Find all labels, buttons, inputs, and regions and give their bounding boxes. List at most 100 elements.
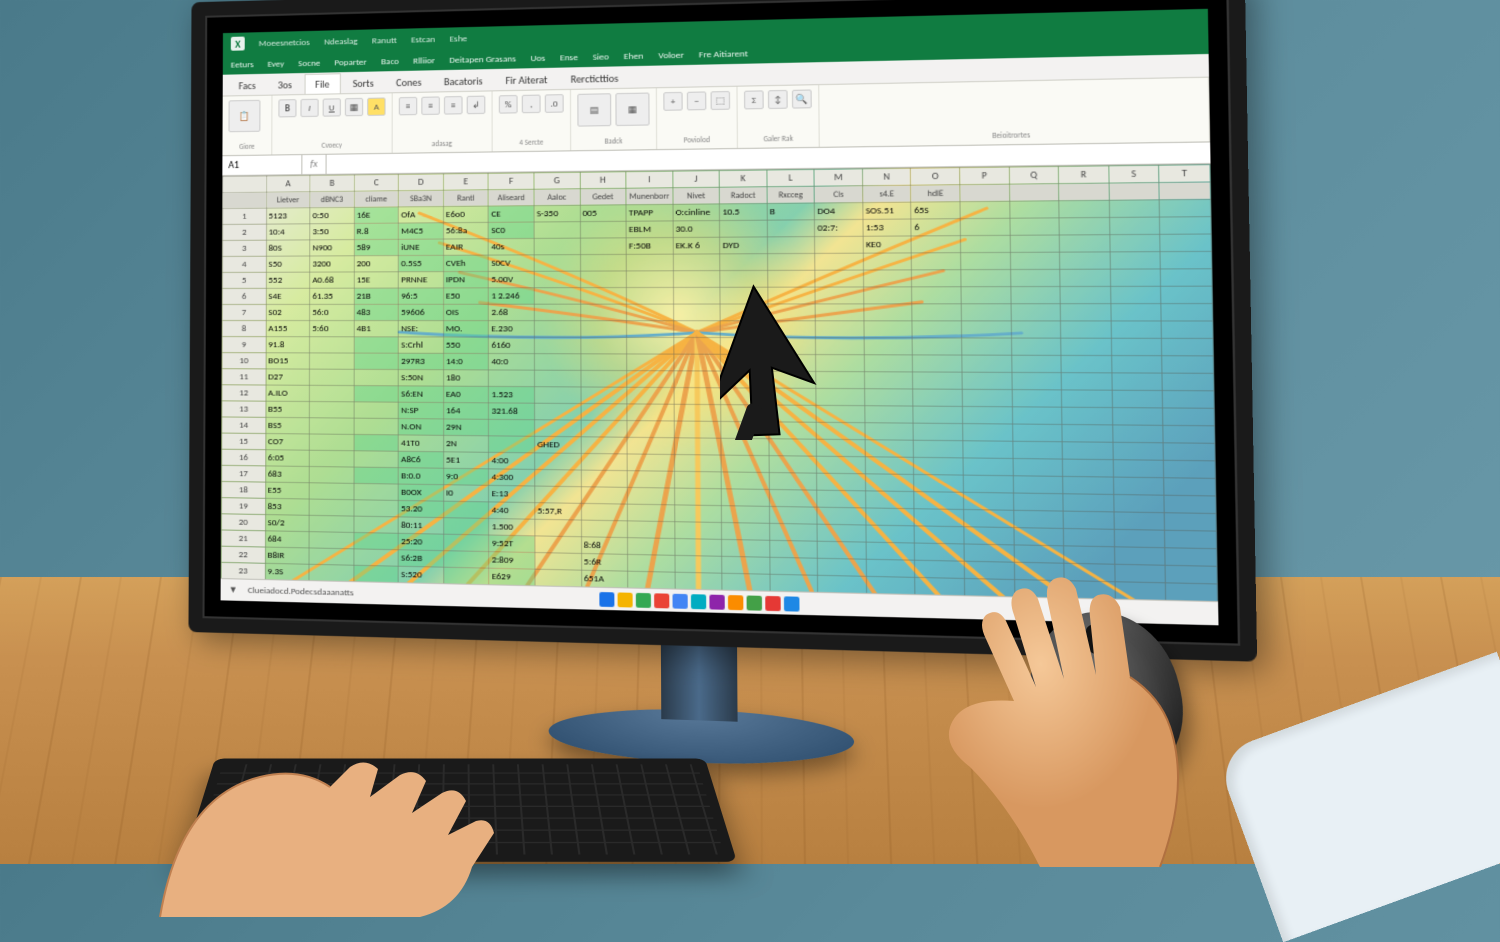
row-header[interactable]: 5 — [222, 272, 266, 288]
cell[interactable] — [1009, 218, 1059, 235]
ribbon-tab[interactable]: Fir Aiterat — [495, 70, 558, 91]
cell[interactable] — [674, 455, 721, 472]
cell[interactable] — [627, 321, 674, 338]
cell[interactable]: 589 — [354, 239, 399, 255]
cell[interactable] — [960, 201, 1009, 218]
cell[interactable] — [626, 287, 673, 304]
ribbon-tab[interactable]: File — [304, 73, 341, 94]
cell[interactable] — [866, 508, 915, 526]
row-header[interactable]: 10 — [222, 353, 266, 369]
tray-app-icon[interactable] — [784, 596, 800, 611]
cell[interactable] — [914, 509, 963, 527]
cell[interactable]: A155 — [266, 321, 310, 337]
cell[interactable]: 96:5 — [398, 288, 443, 304]
cell[interactable] — [962, 355, 1012, 372]
cell[interactable] — [535, 486, 581, 503]
cell[interactable] — [535, 453, 581, 470]
cell[interactable] — [354, 565, 399, 582]
cell[interactable] — [1111, 304, 1162, 321]
row-header[interactable]: 16 — [222, 449, 266, 466]
row-header[interactable]: 17 — [222, 465, 266, 482]
cell[interactable] — [1161, 304, 1213, 321]
field-header[interactable] — [223, 192, 267, 208]
cell[interactable] — [962, 372, 1012, 389]
cell[interactable] — [675, 572, 722, 590]
cell[interactable] — [864, 338, 913, 355]
cell[interactable] — [1162, 373, 1214, 391]
menu-item[interactable]: Evey — [267, 58, 284, 69]
tray-app-icon[interactable] — [747, 595, 762, 610]
cell[interactable]: E50 — [443, 288, 488, 304]
cell[interactable] — [961, 287, 1011, 304]
table-icon[interactable]: ▦ — [615, 93, 649, 127]
cell[interactable] — [720, 254, 768, 271]
cell[interactable] — [444, 501, 489, 518]
cell[interactable]: 61.35 — [310, 288, 354, 304]
row-header[interactable]: 9 — [222, 337, 266, 353]
cell[interactable] — [674, 505, 721, 523]
cell[interactable] — [865, 474, 914, 492]
cell[interactable] — [581, 470, 628, 487]
cell[interactable] — [580, 354, 626, 371]
field-header[interactable]: Aaloc — [534, 189, 580, 206]
cell[interactable]: 3200 — [310, 256, 354, 272]
cell[interactable]: DO4 — [815, 203, 863, 220]
cell[interactable]: CVEh — [443, 255, 488, 272]
cell[interactable] — [535, 536, 581, 554]
cell[interactable] — [915, 526, 964, 544]
cell[interactable] — [674, 388, 721, 405]
cell[interactable]: CO7 — [265, 434, 309, 451]
cell[interactable] — [309, 483, 353, 500]
find-icon[interactable]: 🔍 — [792, 89, 812, 108]
cell[interactable] — [1011, 338, 1061, 355]
cell[interactable] — [720, 220, 767, 237]
cell[interactable] — [1063, 511, 1114, 529]
cell[interactable]: S0/2 — [265, 515, 309, 532]
cell[interactable] — [535, 553, 581, 571]
cell[interactable]: 4:00 — [489, 452, 535, 469]
cell[interactable]: A.ILO — [266, 385, 310, 401]
cell[interactable] — [673, 271, 720, 288]
cell[interactable] — [309, 548, 353, 565]
row-header[interactable]: 20 — [221, 514, 265, 531]
cell[interactable] — [444, 518, 489, 535]
column-header[interactable]: K — [719, 170, 766, 187]
cell[interactable] — [769, 540, 817, 558]
cell[interactable] — [534, 304, 580, 321]
cell[interactable]: 91.8 — [266, 337, 310, 353]
ribbon-tab[interactable]: 3os — [268, 75, 302, 95]
cell[interactable]: 6:05 — [265, 450, 309, 467]
cell[interactable] — [1013, 476, 1063, 494]
row-header[interactable]: 14 — [222, 417, 266, 434]
cell[interactable] — [914, 440, 963, 458]
cell[interactable] — [1164, 495, 1216, 513]
cell[interactable]: 16E — [354, 207, 398, 224]
cell[interactable] — [1109, 200, 1160, 218]
cell[interactable] — [628, 538, 675, 556]
column-header[interactable]: N — [862, 168, 911, 185]
table-row[interactable]: 7S0256:048359606OIS2.68 — [222, 304, 1212, 321]
cell[interactable] — [815, 253, 863, 270]
cell[interactable] — [913, 355, 962, 372]
cell[interactable]: F:50B — [626, 238, 673, 255]
column-header[interactable]: D — [399, 174, 444, 191]
column-header[interactable]: M — [814, 169, 862, 186]
align-center-icon[interactable]: ≡ — [421, 96, 440, 115]
cell[interactable] — [769, 439, 817, 456]
cell[interactable] — [627, 521, 674, 539]
field-header[interactable]: Rantl — [443, 190, 488, 207]
cell[interactable] — [864, 389, 913, 406]
cell[interactable] — [1059, 235, 1109, 252]
cell[interactable] — [534, 370, 580, 387]
cell[interactable] — [1114, 529, 1165, 547]
cell[interactable]: R.8 — [354, 223, 398, 240]
cell[interactable] — [1113, 494, 1164, 512]
menu-item[interactable]: Rlliior — [413, 55, 435, 67]
cell[interactable] — [1163, 425, 1215, 443]
cell[interactable] — [1112, 373, 1163, 391]
cell[interactable] — [1063, 459, 1114, 477]
cell[interactable] — [627, 421, 674, 438]
cell[interactable]: E55 — [265, 482, 309, 499]
cell[interactable] — [1060, 304, 1110, 321]
field-header[interactable]: Radoct — [719, 187, 766, 204]
